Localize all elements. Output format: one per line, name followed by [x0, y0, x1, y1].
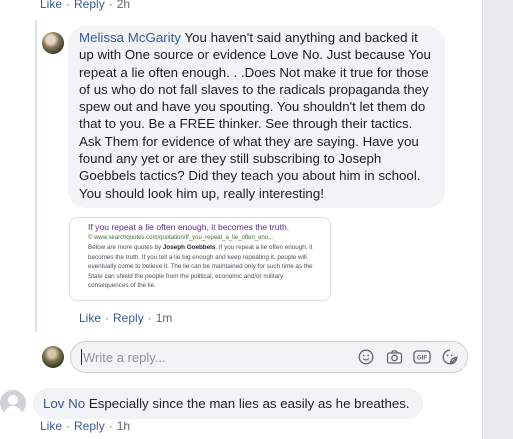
- lov-comment-actions: Like · Reply · 1h: [40, 419, 131, 433]
- camera-icon[interactable]: [385, 348, 403, 366]
- comment-text: You haven't said anything and backed it …: [79, 30, 431, 201]
- lov-no-avatar[interactable]: [0, 390, 26, 416]
- gif-icon[interactable]: GIF: [413, 348, 431, 366]
- like-link[interactable]: Like: [79, 311, 101, 325]
- svg-text:GIF: GIF: [417, 355, 428, 362]
- current-user-avatar: [42, 346, 64, 368]
- reply-link[interactable]: Reply: [74, 0, 105, 11]
- parent-comment-actions: Like · Reply · 2h: [40, 0, 130, 11]
- emoji-icon[interactable]: [357, 348, 375, 366]
- text-caret: [81, 349, 82, 365]
- melissa-comment-actions: Like · Reply · 1m: [79, 311, 173, 325]
- like-link[interactable]: Like: [40, 0, 62, 11]
- reply-thread-line: [35, 20, 37, 332]
- preview-title[interactable]: If you repeat a lie often enough, it bec…: [88, 222, 322, 233]
- right-sidebar-strip: [482, 0, 513, 439]
- melissa-avatar[interactable]: [42, 32, 64, 54]
- comment-timestamp[interactable]: 1m: [156, 311, 173, 325]
- lov-comment-bubble: Lov No Especially since the man lies as …: [33, 388, 423, 420]
- comment-author[interactable]: Lov No: [43, 396, 85, 411]
- reply-link[interactable]: Reply: [113, 311, 144, 325]
- reply-composer[interactable]: GIF: [70, 341, 468, 373]
- comment-timestamp[interactable]: 2h: [117, 0, 130, 11]
- composer-icons: GIF: [357, 348, 459, 366]
- melissa-comment-bubble: Melissa McGarity You haven't said anythi…: [68, 26, 445, 208]
- comment-author[interactable]: Melissa McGarity: [79, 30, 181, 45]
- comment-text: Especially since the man lies as easily …: [88, 396, 410, 411]
- sticker-icon[interactable]: [441, 348, 459, 366]
- preview-url: © www.searchquotes.com/quotation/If_you_…: [88, 235, 274, 241]
- reply-input[interactable]: [83, 349, 333, 365]
- like-link[interactable]: Like: [40, 419, 62, 433]
- comment-timestamp[interactable]: 1h: [117, 419, 130, 433]
- reply-link[interactable]: Reply: [74, 419, 105, 433]
- preview-description: Below are more quotes by Joseph Goebbels…: [88, 244, 313, 290]
- shared-link-preview[interactable]: If you repeat a lie often enough, it bec…: [69, 217, 331, 301]
